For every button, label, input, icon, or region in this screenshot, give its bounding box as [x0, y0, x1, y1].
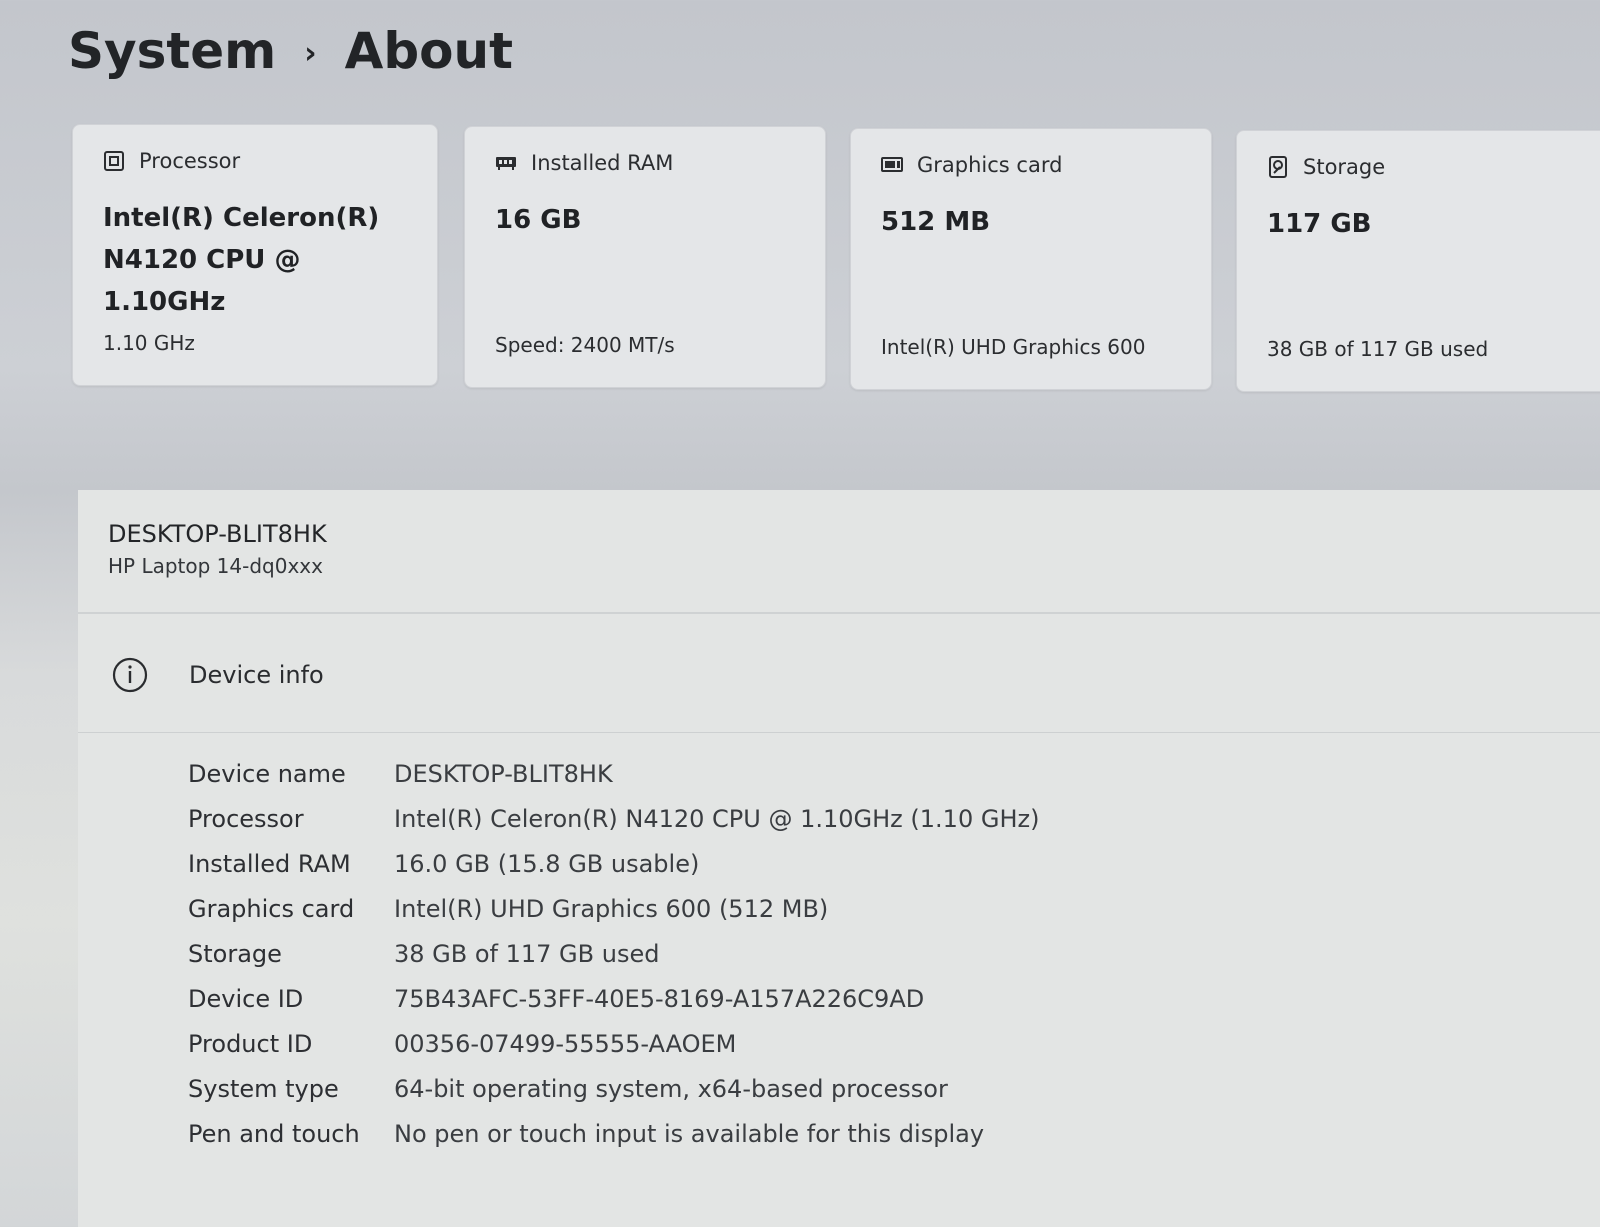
spec-label: Pen and touch — [188, 1119, 360, 1148]
device-header: DESKTOP-BLIT8HK HP Laptop 14-dq0xxx — [78, 490, 1600, 614]
card-label: Storage — [1303, 155, 1386, 179]
processor-icon — [104, 151, 124, 171]
spec-value[interactable]: Intel(R) UHD Graphics 600 (512 MB) — [394, 895, 828, 923]
card-label: Graphics card — [917, 153, 1063, 177]
ram-icon — [496, 157, 516, 170]
card-detail: 1.10 GHz — [103, 331, 195, 355]
spec-label: Processor — [188, 804, 304, 833]
card-value-line: 512 MB — [881, 207, 991, 237]
spec-row: Device ID 75B43AFC-53FF-40E5-8169-A157A22… — [188, 976, 1600, 1021]
card-value-line: Intel(R) Celeron(R) — [103, 203, 380, 233]
spec-value[interactable]: 38 GB of 117 GB used — [394, 940, 659, 968]
spec-label: Product ID — [188, 1029, 313, 1058]
card-installed-ram: Installed RAM 16 GB Speed: 2400 MT/s — [464, 126, 826, 388]
card-value-line: 16 GB — [495, 205, 582, 235]
device-info-header[interactable]: Device info — [78, 614, 1600, 733]
breadcrumb: System › About — [68, 22, 513, 80]
card-processor: Processor Intel(R) Celeron(R) N4120 CPU … — [72, 124, 438, 386]
spec-row: Storage 38 GB of 117 GB used — [188, 931, 1600, 976]
spec-row: Product ID 00356-07499-55555-AAOEM — [188, 1021, 1600, 1066]
spec-value[interactable]: DESKTOP-BLIT8HK — [394, 760, 613, 788]
spec-value[interactable]: Intel(R) Celeron(R) N4120 CPU @ 1.10GHz … — [394, 805, 1039, 833]
chevron-right-icon: › — [304, 35, 317, 71]
card-value-line: N4120 CPU @ 1.10GHz — [103, 245, 301, 317]
spec-row: Installed RAM 16.0 GB (15.8 GB usable) — [188, 841, 1600, 886]
spec-label: Graphics card — [188, 894, 355, 923]
page-title: About — [344, 22, 513, 80]
device-model: HP Laptop 14-dq0xxx — [108, 554, 323, 578]
card-graphics-card: Graphics card 512 MB Intel(R) UHD Graphi… — [850, 128, 1212, 390]
spec-label: Device name — [188, 759, 346, 788]
spec-cards: Processor Intel(R) Celeron(R) N4120 CPU … — [72, 124, 1600, 392]
card-value-line: 117 GB — [1267, 209, 1372, 239]
spec-label: System type — [188, 1074, 339, 1103]
card-detail: Speed: 2400 MT/s — [495, 333, 675, 357]
spec-value[interactable]: No pen or touch input is available for t… — [394, 1120, 984, 1148]
spec-value[interactable]: 75B43AFC-53FF-40E5-8169-A157A226C9AD — [394, 985, 924, 1013]
card-storage: Storage 117 GB 38 GB of 117 GB used — [1236, 130, 1600, 392]
spec-label: Installed RAM — [188, 849, 351, 878]
spec-list: Device name DESKTOP-BLIT8HK Processor Inte… — [78, 733, 1600, 1156]
spec-row: System type 64-bit operating system, x64-… — [188, 1066, 1600, 1111]
device-panel: DESKTOP-BLIT8HK HP Laptop 14-dq0xxx Devi… — [78, 490, 1600, 1227]
spec-value[interactable]: 64-bit operating system, x64-based proce… — [394, 1075, 948, 1103]
storage-icon — [1269, 156, 1287, 178]
card-detail: Intel(R) UHD Graphics 600 — [881, 335, 1146, 359]
spec-value[interactable]: 00356-07499-55555-AAOEM — [394, 1030, 736, 1058]
section-title: Device info — [189, 661, 324, 689]
spec-label: Device ID — [188, 984, 304, 1013]
spec-value[interactable]: 16.0 GB (15.8 GB usable) — [394, 850, 699, 878]
info-icon — [112, 657, 148, 693]
spec-row: Device name DESKTOP-BLIT8HK — [188, 751, 1600, 796]
breadcrumb-system[interactable]: System — [68, 22, 276, 80]
spec-row: Pen and touch No pen or touch input is av… — [188, 1111, 1600, 1156]
spec-row: Processor Intel(R) Celeron(R) N4120 CPU @… — [188, 796, 1600, 841]
spec-row: Graphics card Intel(R) UHD Graphics 600 (… — [188, 886, 1600, 931]
spec-label: Storage — [188, 939, 282, 968]
card-label: Processor — [139, 149, 241, 173]
graphics-card-icon — [881, 157, 903, 172]
device-name-title: DESKTOP-BLIT8HK — [108, 520, 327, 548]
card-detail: 38 GB of 117 GB used — [1267, 337, 1489, 361]
card-label: Installed RAM — [531, 151, 674, 175]
